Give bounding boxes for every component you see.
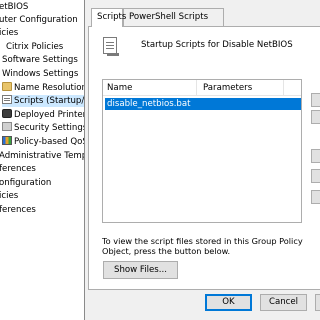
scripts-tab-panel: Startup Scripts for Disable NetBIOS Name… (88, 26, 320, 290)
gpo-tree: etBIOS uter Configuration icies Citrix P… (0, 0, 84, 320)
tree-item-label: uter Configuration (0, 15, 78, 25)
qos-chart-icon (2, 136, 12, 145)
column-divider[interactable] (283, 80, 284, 95)
tree-item-label: Policy-based QoS (14, 137, 84, 147)
startup-properties-dialog: Scripts PowerShell Scripts Startup Scrip… (84, 0, 320, 320)
list-header: Name Parameters (103, 80, 301, 96)
tab-scripts[interactable]: Scripts (91, 8, 126, 27)
tree-item-label: Software Settings (2, 55, 78, 65)
move-down-button[interactable] (311, 110, 320, 124)
tree-item-user-configuration[interactable]: onfiguration (0, 177, 51, 189)
tree-item-software-settings[interactable]: Software Settings (2, 54, 78, 66)
tree-item-preferences[interactable]: ferences (0, 163, 36, 175)
script-icon (2, 95, 12, 104)
tree-item-security-settings[interactable]: Security Settings (2, 122, 84, 134)
info-text: To view the script files stored in this … (102, 236, 303, 256)
tree-item-deployed-printers[interactable]: Deployed Printers (2, 109, 84, 121)
tree-item-label: Citrix Policies (6, 42, 64, 52)
scripts-list[interactable]: Name Parameters disable_netbios.bat (102, 79, 302, 223)
dialog-header-text: Startup Scripts for Disable NetBIOS (141, 40, 293, 50)
security-icon (2, 122, 12, 131)
show-files-button[interactable]: Show Files... (103, 261, 178, 279)
tree-item-label: onfiguration (0, 178, 52, 188)
add-button[interactable] (311, 149, 320, 163)
tree-item-label: icies (0, 28, 19, 38)
column-name[interactable]: Name (107, 83, 132, 93)
printer-icon (2, 109, 12, 118)
edit-button[interactable] (311, 169, 320, 183)
tree-item-label: Security Settings (14, 123, 84, 133)
apply-button[interactable] (315, 294, 320, 311)
script-name: disable_netbios.bat (107, 99, 191, 109)
tree-item-label: etBIOS (0, 2, 29, 12)
tree-item-policies[interactable]: icies (0, 27, 18, 39)
tree-item-label: Windows Settings (2, 69, 79, 79)
tree-item-label: icies (0, 191, 19, 201)
tree-item-user-preferences[interactable]: ferences (0, 204, 36, 216)
tree-item-administrative-templates[interactable]: Administrative Temp (0, 150, 84, 162)
folder-icon (2, 82, 12, 91)
ok-button[interactable]: OK (205, 294, 252, 311)
script-document-icon (103, 37, 119, 56)
remove-button[interactable] (311, 190, 320, 204)
tree-item-policy-based-qos[interactable]: Policy-based QoS (2, 136, 84, 148)
tree-item-scripts-startup[interactable]: Scripts (Startup/S (2, 95, 84, 107)
tree-item-user-policies[interactable]: icies (0, 190, 18, 202)
cancel-button[interactable]: Cancel (260, 294, 307, 311)
column-divider[interactable] (196, 80, 197, 95)
tree-item-windows-settings[interactable]: Windows Settings (2, 68, 78, 80)
tree-item-computer-configuration[interactable]: uter Configuration (0, 14, 78, 26)
tree-item-label: ferences (0, 205, 36, 215)
tree-item-label: Name Resolution (14, 83, 84, 93)
tree-item-label: ferences (0, 164, 36, 174)
column-parameters[interactable]: Parameters (203, 83, 252, 93)
tree-item-netbios[interactable]: etBIOS (0, 1, 28, 13)
move-up-button[interactable] (311, 93, 320, 107)
tree-item-citrix-policies[interactable]: Citrix Policies (6, 41, 63, 53)
tree-item-label: Deployed Printers (14, 110, 84, 120)
list-item[interactable]: disable_netbios.bat (105, 98, 301, 110)
tree-item-name-resolution[interactable]: Name Resolution (2, 82, 84, 94)
tab-powershell-scripts[interactable]: PowerShell Scripts (123, 8, 224, 26)
tree-item-label: Scripts (Startup/S (14, 96, 84, 106)
tree-item-label: Administrative Temp (0, 151, 84, 161)
